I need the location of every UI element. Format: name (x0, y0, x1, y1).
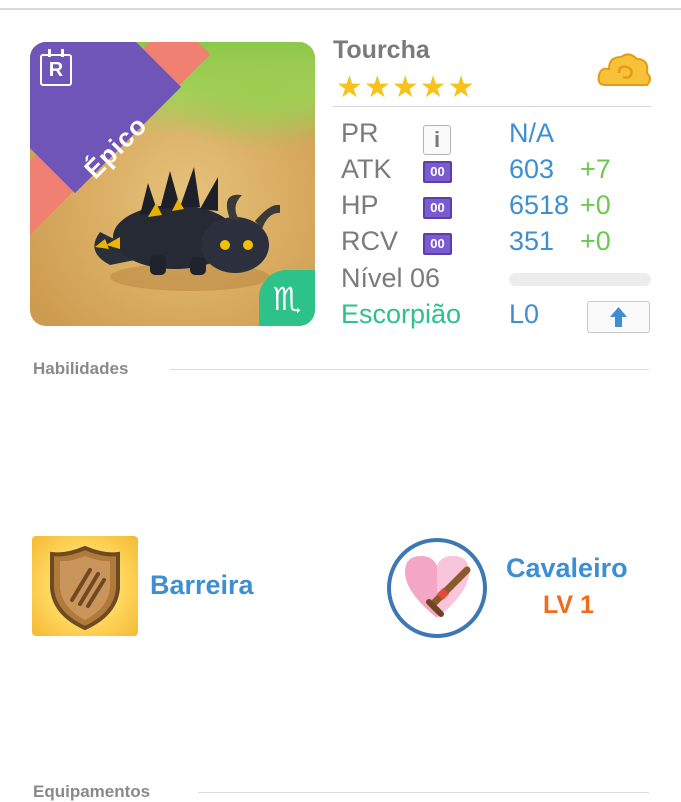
stat-label: HP (341, 190, 379, 220)
info-icon[interactable]: i (423, 125, 451, 155)
stat-value: N/A (509, 118, 555, 148)
zodiac-rank: L0 (509, 299, 540, 329)
monster-name: Tourcha (333, 36, 430, 64)
leader-skill-icon-frame[interactable] (387, 538, 487, 638)
active-skill-tile[interactable] (32, 536, 138, 636)
zodiac-row: Escorpião L0 (341, 299, 661, 335)
stat-row-atk: ATK 00 603 +7 (341, 154, 661, 190)
shield-claw-icon (50, 545, 120, 631)
stat-value: 6518 (509, 190, 570, 220)
skills-section-title: Habilidades (33, 359, 129, 378)
stat-bonus: +0 (580, 190, 611, 220)
upgrade-button[interactable] (587, 301, 650, 333)
stat-row-pr: PR i N/A (341, 118, 661, 155)
rarity-badge-letter: R (48, 59, 64, 81)
equipment-section-line (198, 792, 649, 793)
header-divider (333, 106, 651, 107)
stat-row-rcv: RCV 00 351 +0 (341, 226, 661, 262)
stat-bonus: +0 (580, 226, 611, 256)
arrow-up-icon (610, 307, 627, 327)
stat-level-badge: 00 (423, 197, 452, 219)
stat-value: 351 (509, 226, 555, 256)
equipment-section-title: Equipamentos (33, 782, 151, 801)
level-label: Nível 06 (341, 263, 441, 293)
stat-label: PR (341, 118, 379, 148)
active-skill-name[interactable]: Barreira (150, 570, 254, 601)
stat-row-hp: HP 00 6518 +0 (341, 190, 661, 226)
cloud-coin-icon[interactable] (597, 47, 653, 95)
stat-bonus: +7 (580, 154, 611, 184)
leader-skill-name[interactable]: Cavaleiro (506, 553, 628, 584)
monster-sprite (94, 167, 280, 291)
top-divider (0, 8, 681, 10)
stat-level-badge: 00 (423, 233, 452, 255)
stat-label: RCV (341, 226, 399, 256)
stat-level-badge: 00 (423, 161, 452, 183)
stat-label: ATK (341, 154, 392, 184)
rarity-calendar-icon: R (40, 49, 72, 86)
level-row: Nível 06 (341, 263, 661, 299)
leader-skill-level: LV 1 (543, 591, 594, 619)
monster-portrait[interactable]: Épico R ♏ (30, 42, 315, 326)
zodiac-name: Escorpião (341, 299, 462, 329)
zodiac-scorpio-icon: ♏ (259, 270, 315, 326)
skills-section-line (170, 369, 649, 370)
stat-value: 603 (509, 154, 555, 184)
level-progress-bar (509, 273, 651, 286)
rarity-stars: ★★★★★ (336, 71, 476, 104)
heart-sword-icon (405, 556, 471, 618)
